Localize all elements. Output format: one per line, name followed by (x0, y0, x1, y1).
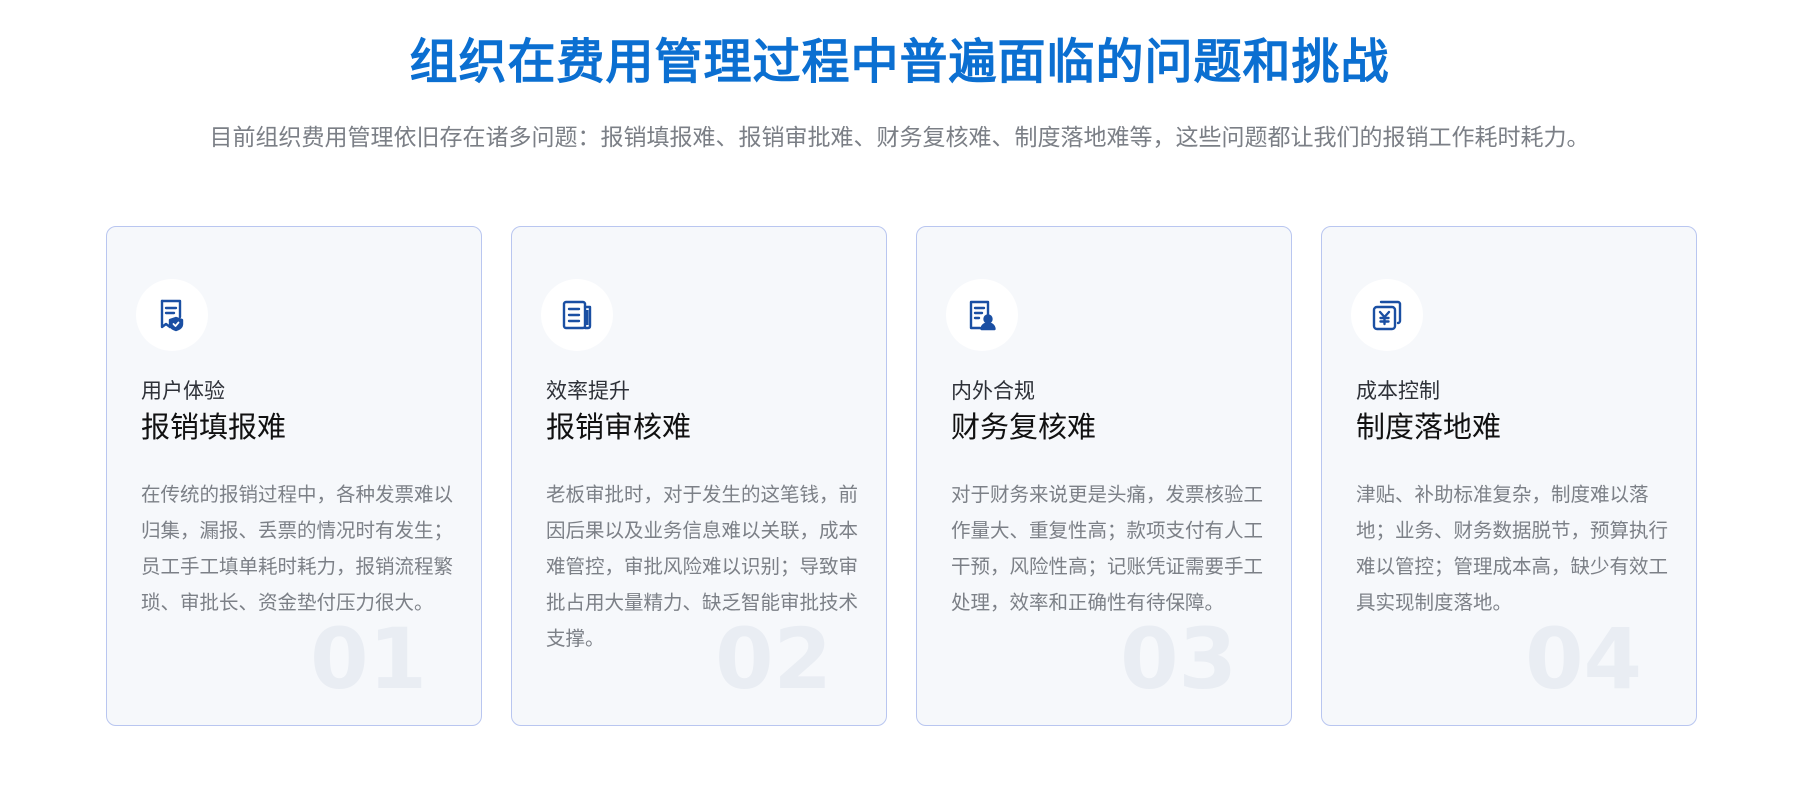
cards-container: 用户体验 报销填报难 在传统的报销过程中，各种发票难以归集，漏报、丢票的情况时有… (106, 226, 1706, 726)
page-subtitle: 目前组织费用管理依旧存在诸多问题：报销填报难、报销审批难、财务复核难、制度落地难… (209, 125, 1590, 151)
yuan-document-icon (1351, 279, 1423, 351)
card-cost-control: 成本控制 制度落地难 津贴、补助标准复杂，制度难以落地；业务、财务数据脱节，预算… (1321, 226, 1697, 726)
card-tag: 内外合规 (951, 379, 1035, 403)
document-list-icon (541, 279, 613, 351)
card-title: 财务复核难 (951, 410, 1097, 444)
card-title: 制度落地难 (1356, 410, 1502, 444)
card-tag: 成本控制 (1356, 379, 1440, 403)
card-tag: 用户体验 (141, 379, 225, 403)
card-tag: 效率提升 (546, 379, 630, 403)
card-number: 04 (1525, 610, 1642, 708)
card-efficiency: 效率提升 报销审核难 老板审批时，对于发生的这笔钱，前因后果以及业务信息难以关联… (511, 226, 887, 726)
card-description: 津贴、补助标准复杂，制度难以落地；业务、财务数据脱节，预算执行难以管控；管理成本… (1356, 483, 1669, 614)
card-title: 报销审核难 (546, 410, 692, 444)
card-description: 老板审批时，对于发生的这笔钱，前因后果以及业务信息难以关联，成本难管控，审批风险… (546, 483, 859, 650)
page: 组织在费用管理过程中普遍面临的问题和挑战 目前组织费用管理依旧存在诸多问题：报销… (0, 0, 1799, 792)
receipt-shield-icon (136, 279, 208, 351)
card-number: 01 (310, 610, 427, 708)
card-description: 在传统的报销过程中，各种发票难以归集，漏报、丢票的情况时有发生；员工手工填单耗时… (141, 483, 454, 614)
card-user-experience: 用户体验 报销填报难 在传统的报销过程中，各种发票难以归集，漏报、丢票的情况时有… (106, 226, 482, 726)
card-compliance: 内外合规 财务复核难 对于财务来说更是头痛，发票核验工作量大、重复性高；款项支付… (916, 226, 1292, 726)
card-number: 03 (1120, 610, 1237, 708)
page-title: 组织在费用管理过程中普遍面临的问题和挑战 (409, 34, 1390, 90)
document-user-icon (946, 279, 1018, 351)
card-description: 对于财务来说更是头痛，发票核验工作量大、重复性高；款项支付有人工干预，风险性高；… (951, 483, 1264, 614)
card-title: 报销填报难 (141, 410, 287, 444)
